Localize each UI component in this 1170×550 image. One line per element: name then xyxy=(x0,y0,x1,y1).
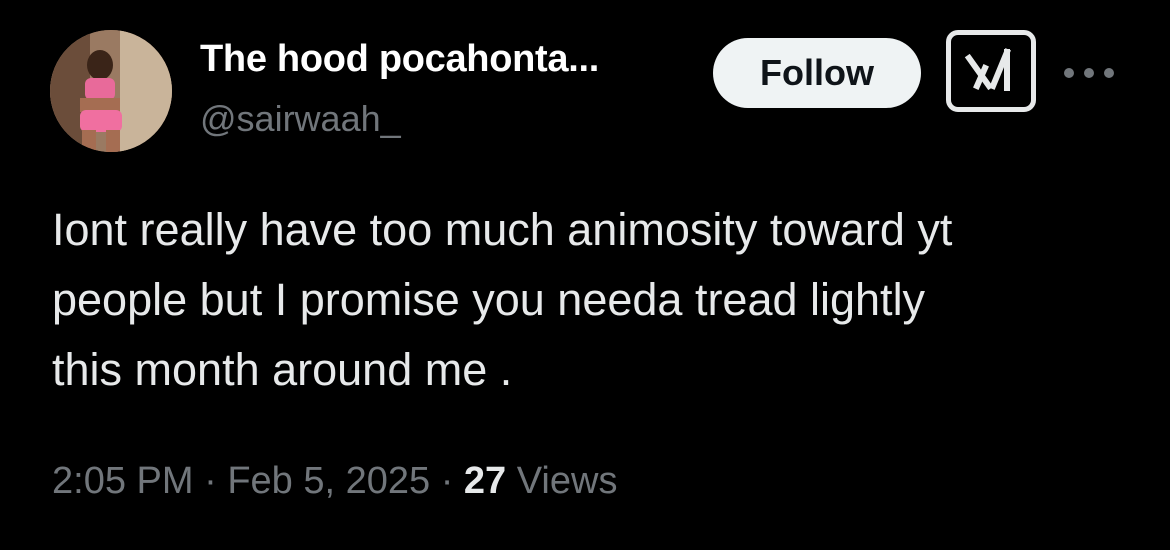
tweet-text-line: this month around me . xyxy=(52,344,513,395)
tweet-text-line: Iont really have too much animosity towa… xyxy=(52,204,953,255)
tweet-text-line: people but I promise you needa tread lig… xyxy=(52,274,926,325)
tweet-date[interactable]: Feb 5, 2025 xyxy=(227,460,430,502)
tweet-card: The hood pocahonta... @sairwaah_ Follow … xyxy=(0,0,1170,550)
more-button[interactable] xyxy=(1064,58,1114,88)
meta-separator: · xyxy=(440,460,454,502)
grok-icon xyxy=(964,48,1011,91)
avatar[interactable] xyxy=(50,30,172,152)
follow-button[interactable]: Follow xyxy=(713,38,921,108)
tweet-text: Iont really have too much animosity towa… xyxy=(52,195,1142,405)
user-handle[interactable]: @sairwaah_ xyxy=(200,98,401,140)
tweet-meta: 2:05 PM · Feb 5, 2025 · 27 Views xyxy=(52,460,617,503)
views-count: 27 xyxy=(463,460,507,502)
more-icon xyxy=(1064,68,1074,78)
meta-separator: · xyxy=(204,460,217,502)
views-label: Views xyxy=(516,460,618,502)
grok-button[interactable] xyxy=(946,30,1036,112)
avatar-image xyxy=(50,30,172,152)
display-name[interactable]: The hood pocahonta... xyxy=(200,38,599,81)
tweet-time[interactable]: 2:05 PM xyxy=(52,460,194,502)
